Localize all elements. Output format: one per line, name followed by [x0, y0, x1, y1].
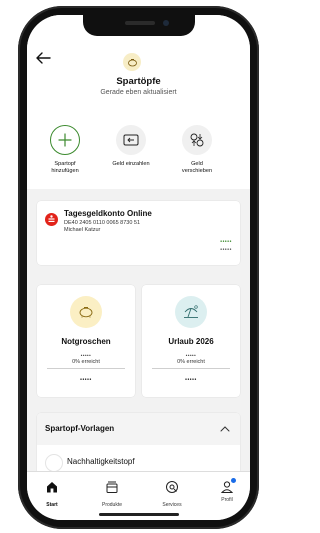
tab-start[interactable]: Start [30, 480, 74, 508]
deposit-money-button[interactable]: Geld einzahlen [101, 125, 161, 168]
pot-progress-bar [47, 368, 125, 369]
chevron-up-icon[interactable] [220, 425, 230, 433]
tab-services-label: Services [162, 502, 182, 508]
template-item-label[interactable]: Nachhaltigkeitstopf [67, 457, 135, 466]
account-card[interactable]: Tagesgeldkonto Online DE40 2405 0110 006… [37, 201, 240, 265]
services-icon [166, 481, 178, 493]
pot-name: Urlaub 2026 [168, 337, 214, 346]
last-updated-text: Gerade eben aktualisiert [100, 89, 177, 96]
pot-balance: ••••• [185, 353, 197, 358]
account-owner: Michael Katzur [64, 227, 101, 233]
tab-products-label: Produkte [101, 502, 122, 508]
pot-name: Notgroschen [61, 337, 111, 346]
tab-profile-label: Profil [221, 497, 233, 503]
notification-dot [231, 478, 236, 483]
piggy-bank-icon [70, 296, 102, 328]
pot-progress-text: 0% erreicht [177, 359, 205, 365]
tab-products[interactable]: Produkte [90, 480, 134, 508]
account-iban: DE40 2405 0110 0065 8730 51 [64, 220, 141, 226]
pot-balance: ••••• [80, 353, 92, 358]
account-balance: ••••• [220, 239, 232, 245]
plus-icon [50, 125, 80, 155]
beach-umbrella-icon [175, 296, 207, 328]
deposit-money-label: Geld einzahlen [112, 161, 150, 167]
tab-start-label: Start [46, 502, 58, 508]
pot-progress-text: 0% erreicht [72, 359, 100, 365]
page-title: Spartöpfe [116, 76, 161, 87]
add-pot-button[interactable]: Spartopf hinzufügen [35, 125, 95, 175]
sustainability-icon [45, 454, 63, 472]
deposit-card-icon [116, 125, 146, 155]
device-notch [82, 15, 195, 36]
savings-pot-card[interactable]: Urlaub 2026 ••••• 0% erreicht ••••• [142, 285, 240, 397]
products-icon [106, 481, 118, 493]
tab-services[interactable]: Services [150, 480, 194, 508]
front-camera [162, 20, 169, 26]
bottom-tab-bar: Start Produkte Services Profil [27, 471, 250, 520]
move-money-icon [182, 125, 212, 155]
pot-progress-bar [152, 368, 230, 369]
templates-header[interactable]: Spartopf-Vorlagen [37, 413, 240, 445]
account-available: ••••• [220, 247, 232, 253]
speaker-grille [124, 21, 155, 25]
sparkasse-logo-icon [45, 213, 58, 226]
add-pot-label: Spartopf hinzufügen [51, 161, 79, 174]
home-indicator [99, 513, 179, 516]
piggy-bank-icon [123, 53, 141, 71]
app-screen: Spartöpfe Gerade eben aktualisiert Spart… [27, 15, 250, 520]
tab-profile[interactable]: Profil [205, 478, 249, 503]
phone-frame: Spartöpfe Gerade eben aktualisiert Spart… [18, 6, 259, 529]
pot-target-amount: ••••• [80, 377, 92, 383]
move-money-label: Geld verschieben [181, 161, 213, 174]
back-arrow-icon[interactable] [35, 51, 51, 65]
templates-title: Spartopf-Vorlagen [45, 424, 115, 433]
home-icon [47, 482, 57, 493]
savings-pot-card[interactable]: Notgroschen ••••• 0% erreicht ••••• [37, 285, 135, 397]
quick-actions: Spartopf hinzufügen Geld einzahlen Geld … [27, 119, 250, 189]
profile-icon [220, 478, 236, 494]
move-money-button[interactable]: Geld verschieben [167, 125, 227, 175]
account-name: Tagesgeldkonto Online [64, 209, 152, 218]
pot-target-amount: ••••• [185, 377, 197, 383]
